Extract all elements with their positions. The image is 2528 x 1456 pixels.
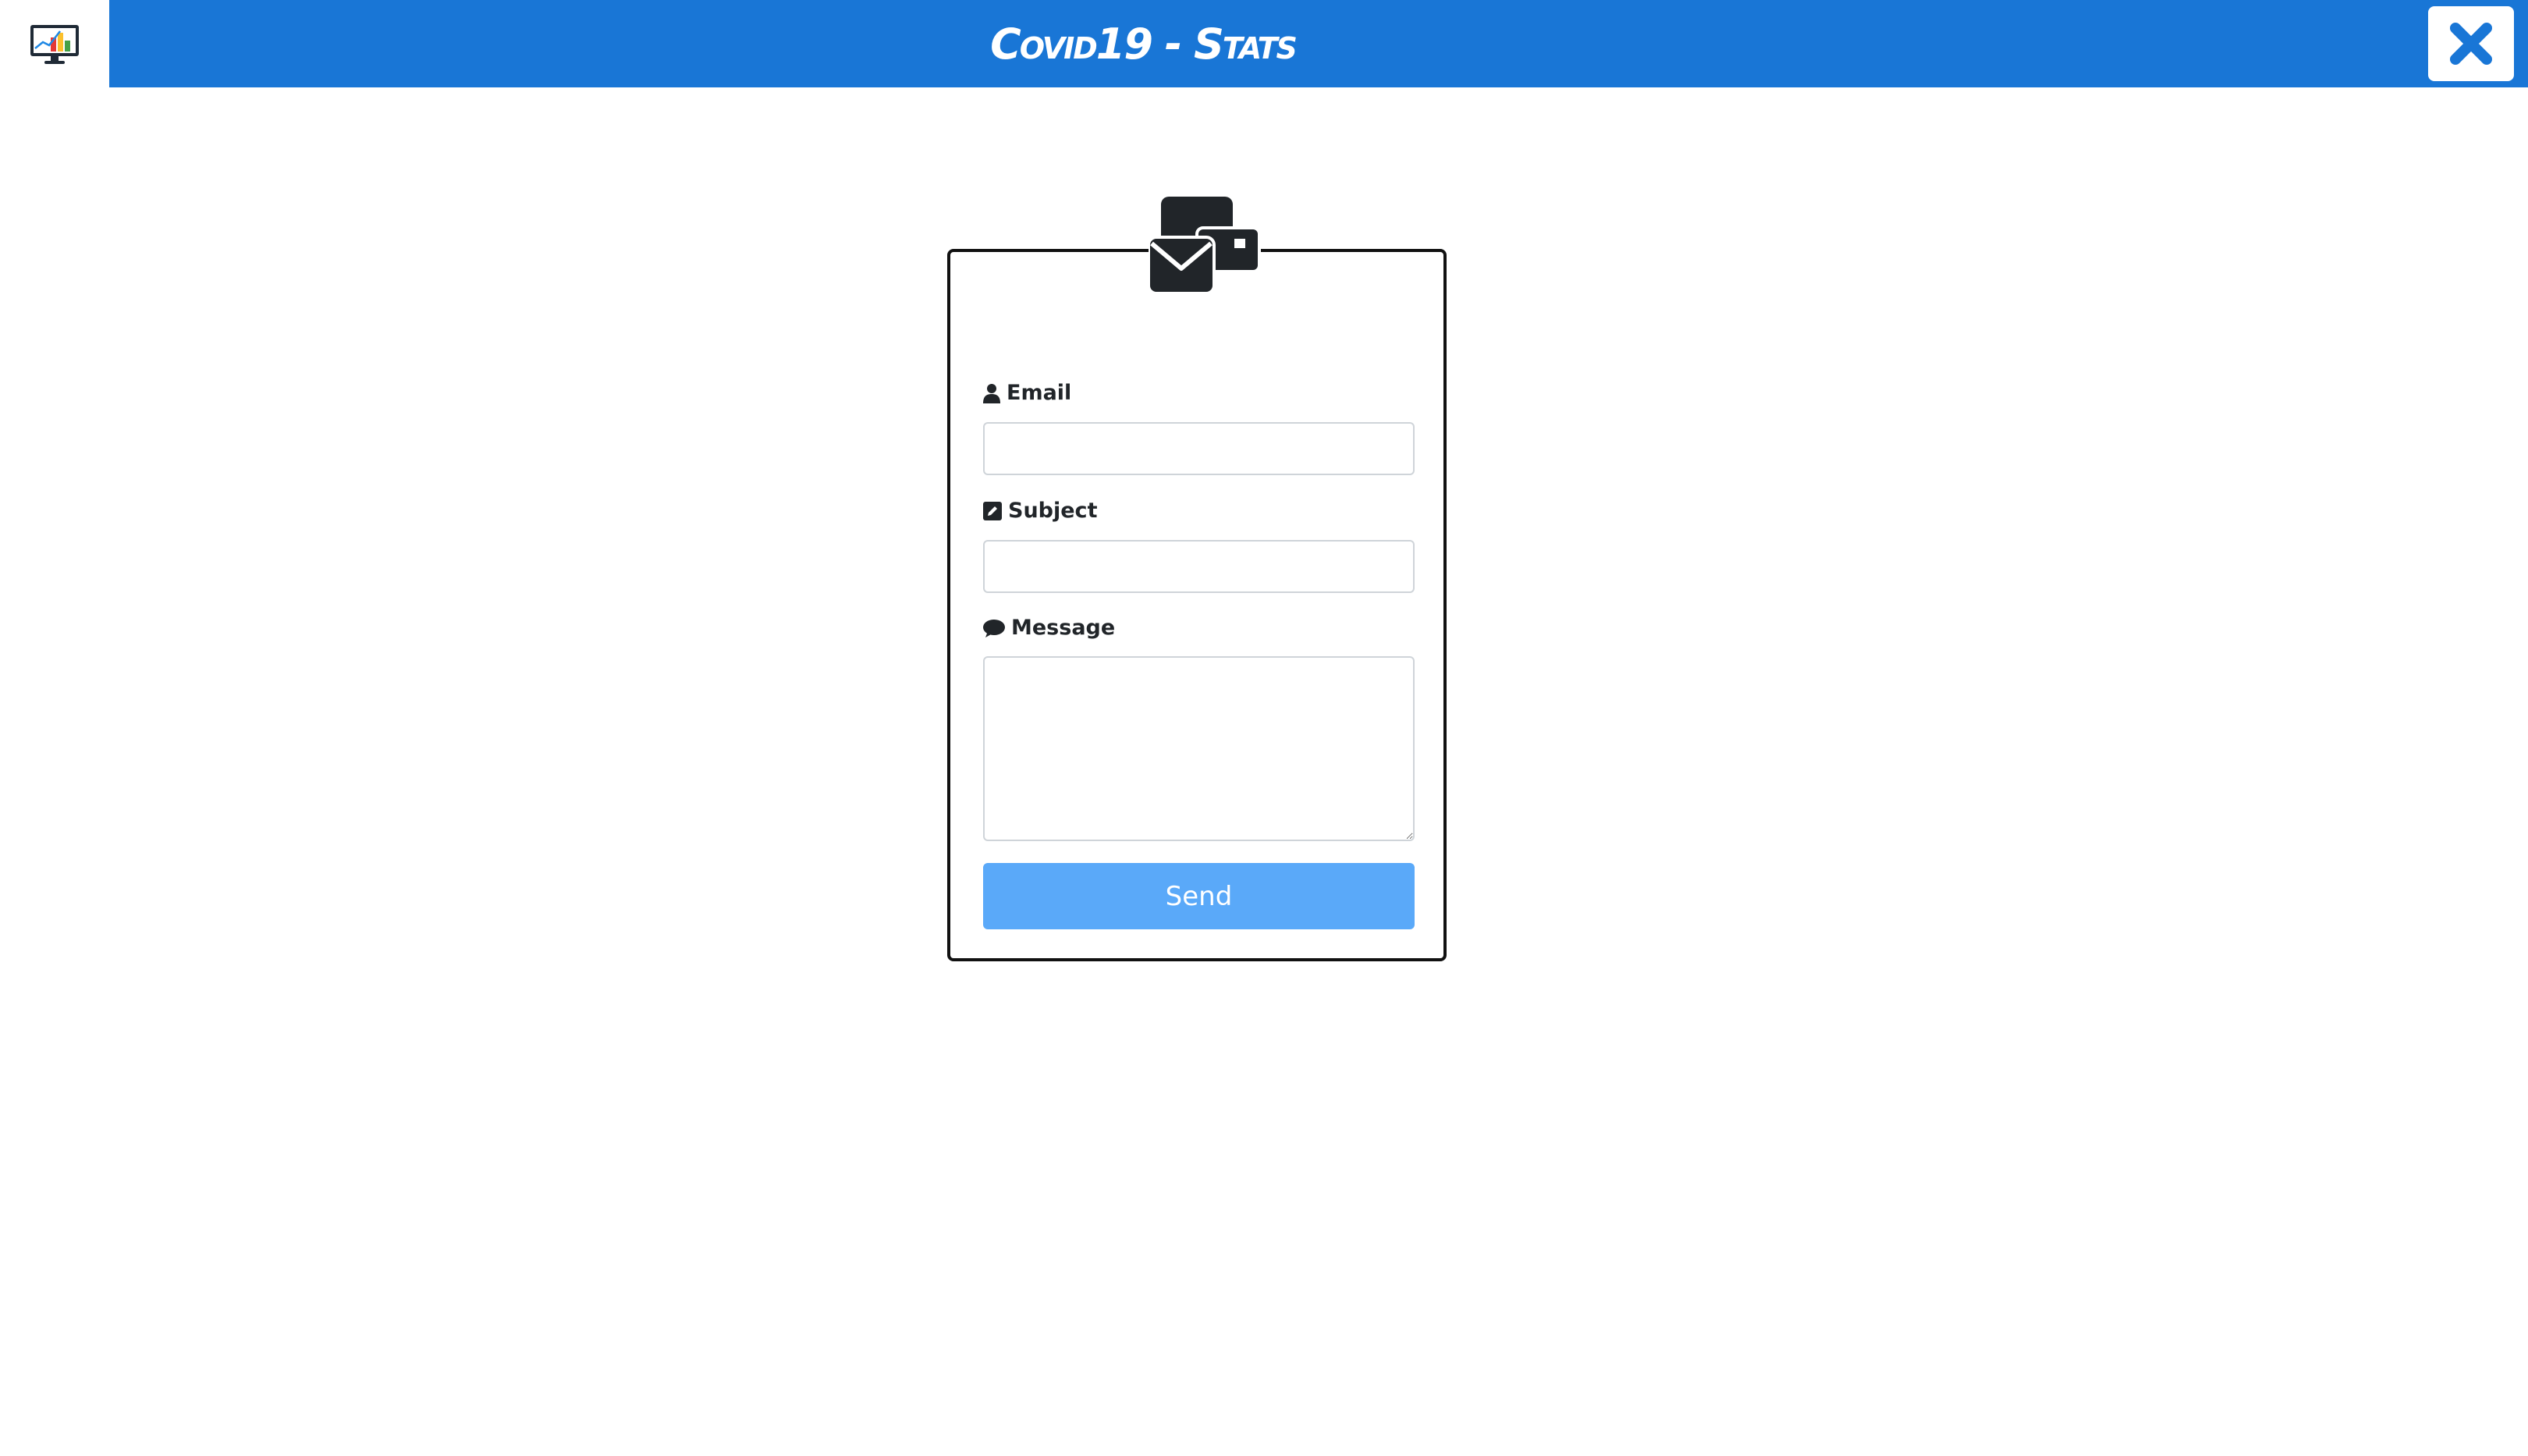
message-field[interactable] — [983, 656, 1415, 841]
email-label-text: Email — [1007, 381, 1072, 405]
contact-form-card: Email Subject Message Send — [947, 249, 1447, 961]
email-field[interactable] — [983, 422, 1415, 475]
subject-field[interactable] — [983, 540, 1415, 593]
app-title: Covid19 - Stats — [990, 19, 1298, 69]
close-button[interactable] — [2428, 6, 2514, 81]
subject-label-text: Subject — [1008, 499, 1098, 523]
subject-label: Subject — [983, 499, 1097, 523]
edit-icon — [983, 501, 1002, 520]
comment-icon — [983, 619, 1005, 637]
message-label: Message — [983, 616, 1115, 640]
send-button[interactable]: Send — [983, 863, 1415, 929]
envelopes-icon — [1149, 197, 1261, 295]
message-label-text: Message — [1011, 616, 1116, 640]
top-bar: Covid19 - Stats — [0, 0, 2528, 91]
close-icon — [2450, 23, 2492, 65]
user-icon — [983, 383, 1000, 403]
email-label: Email — [983, 381, 1071, 405]
